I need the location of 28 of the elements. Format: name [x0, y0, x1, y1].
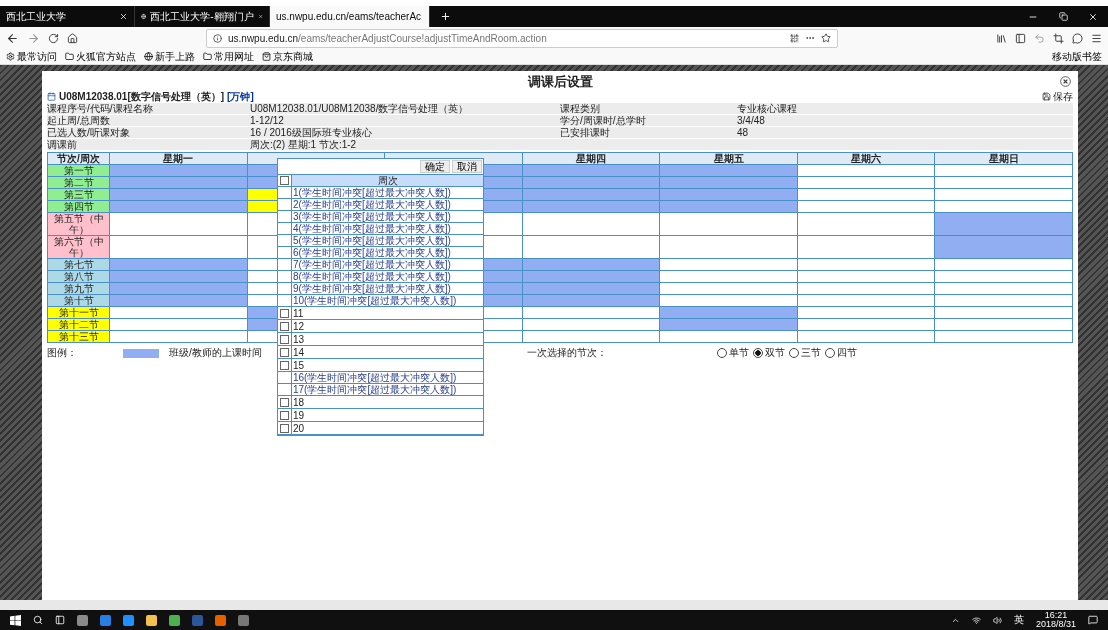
info-cell: 周次:(2) 星期:1 节次:1-2: [250, 139, 357, 150]
legend-text: 班级/教师的上课时间: [169, 346, 262, 360]
info-cell: 3/4/48: [737, 115, 765, 126]
info-cell: 课程类别: [560, 103, 600, 114]
info-cell: U08M12038.01/U08M12038/数字信号处理（英）: [250, 103, 469, 114]
column-header: 星期一: [109, 152, 248, 165]
column-header: 星期六: [797, 152, 935, 165]
info-cell: 已安排课时: [560, 127, 610, 138]
info-cell: 16 / 2016级国际班专业核心: [250, 127, 372, 138]
info-cell: 48: [737, 127, 749, 138]
column-header: 星期五: [659, 152, 798, 165]
period-label: 第六节（中午）: [47, 235, 110, 259]
info-cell: 1-12/12: [250, 115, 284, 126]
info-cell: 已选人数/听课对象: [47, 127, 130, 138]
column-header: 星期日: [934, 152, 1073, 165]
info-cell: 课程序号/代码/课程名称: [47, 103, 153, 114]
column-header: 周次: [377, 175, 398, 186]
span-choice-label: 一次选择的节次：: [526, 346, 607, 360]
info-cell: 调课前: [47, 139, 77, 150]
dialog-title: 调课后设置: [527, 73, 593, 91]
legend-label: 图例：: [47, 346, 77, 360]
period-label: 第五节（中午）: [47, 212, 110, 236]
info-cell: 学分/周课时/总学时: [560, 115, 646, 126]
info-cell: 专业核心课程: [737, 103, 797, 114]
column-header: 星期四: [522, 152, 660, 165]
course-title: U08M12038.01[数字信号处理（英）]: [59, 89, 225, 103]
column-header: 节次/周次: [47, 152, 110, 165]
info-cell: 起止周/总周数: [47, 115, 110, 126]
